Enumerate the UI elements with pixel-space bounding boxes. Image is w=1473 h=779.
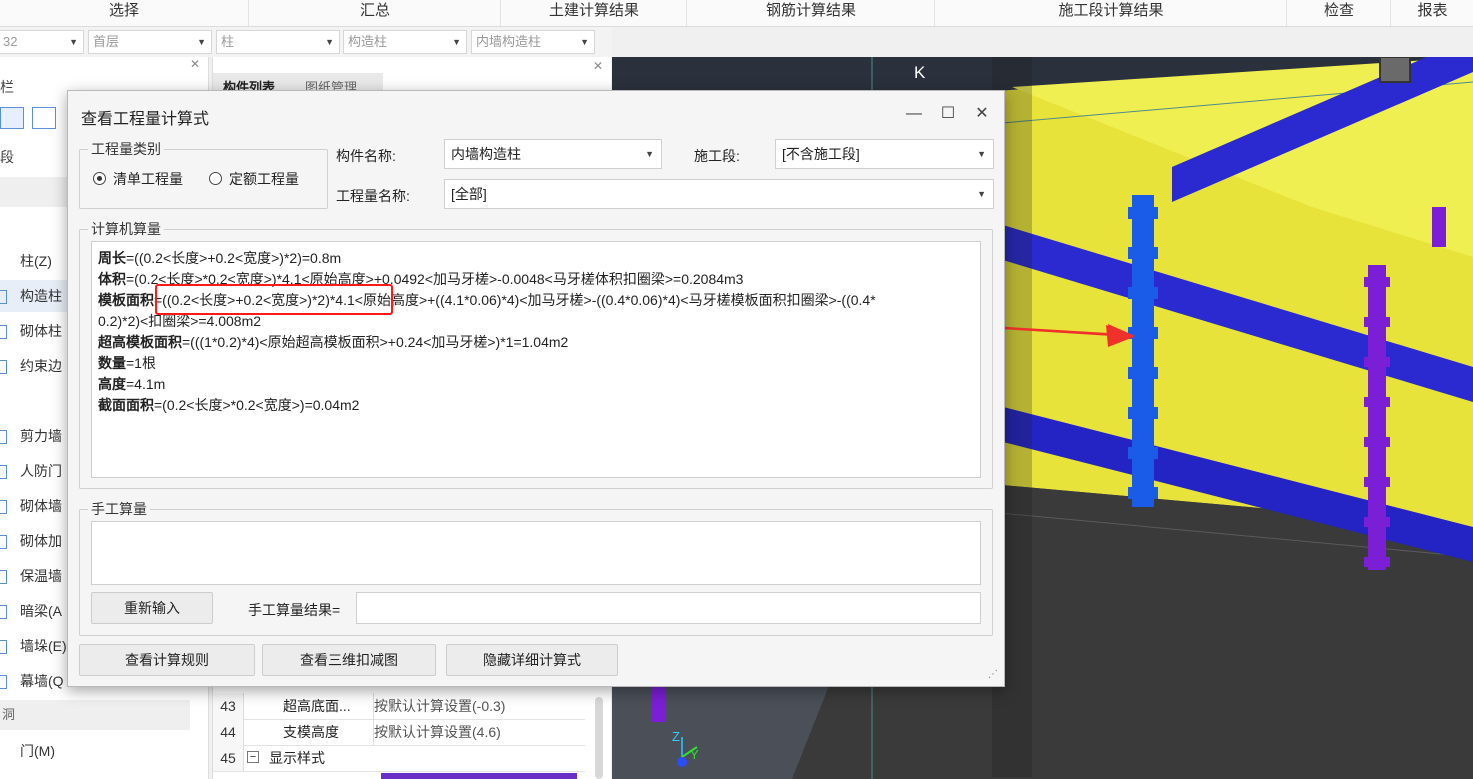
manual-result-label: 手工算量结果= <box>248 602 341 618</box>
chevron-down-icon: ▼ <box>325 37 334 47</box>
radio-unchecked-icon <box>209 172 222 185</box>
formula-textbox[interactable]: 周长=((0.2<长度>+0.2<宽度>)*2)=0.8m 体积=(0.2<长度… <box>91 241 981 478</box>
formula-line: 高度=4.1m <box>98 376 166 392</box>
chevron-down-icon: ▼ <box>977 149 986 159</box>
property-row-partial <box>213 771 585 779</box>
tab-check[interactable]: 检查 <box>1286 0 1391 26</box>
radio-checked-icon <box>93 172 106 185</box>
property-row[interactable]: 44 支模高度 按默认计算设置(4.6) <box>213 719 585 746</box>
tab-rebar-results[interactable]: 钢筋计算结果 <box>686 0 935 26</box>
radio-quota-qty[interactable]: 定额工程量 <box>209 169 319 189</box>
tab-stage-results[interactable]: 施工段计算结果 <box>934 0 1287 26</box>
group-label: 显示样式 <box>269 750 325 766</box>
formula-dialog: 查看工程量计算式 — ☐ ✕ 工程量类别 清单工程量 定额工程量 构件名称: 内… <box>67 90 1005 687</box>
chevron-down-icon: ▼ <box>977 189 986 199</box>
column-blue <box>1132 195 1154 507</box>
hide-detail-formula-button[interactable]: 隐藏详细计算式 <box>446 644 618 676</box>
tab-civil-results[interactable]: 土建计算结果 <box>500 0 687 26</box>
close-icon[interactable]: ✕ <box>190 57 200 71</box>
grid-axis-label: K <box>914 63 926 82</box>
beam-icon <box>0 605 7 619</box>
column-icon <box>0 290 7 304</box>
formula-line: 超高模板面积=(((1*0.2)*4)<原始超高模板面积>+0.24<加马牙槎>… <box>98 334 569 350</box>
tab-select[interactable]: 选择 <box>0 0 248 26</box>
column-icon <box>0 325 7 339</box>
highlight-box <box>155 284 393 315</box>
formula-line: 周长=((0.2<长度>+0.2<宽度>)*2)=0.8m <box>98 250 342 266</box>
wall-icon <box>0 640 7 654</box>
panel-header: 栏 <box>0 79 14 95</box>
filter-bar: 32 ▼ 首层 ▼ 柱 ▼ 构造柱 ▼ 内墙构造柱 ▼ <box>0 27 612 57</box>
resize-grip-icon[interactable]: ⋰ <box>988 669 998 680</box>
reenter-button[interactable]: 重新输入 <box>91 592 213 624</box>
property-row[interactable]: 43 超高底面... 按默认计算设置(-0.3) <box>213 693 585 720</box>
tab-summary[interactable]: 汇总 <box>248 0 501 26</box>
close-button[interactable]: ✕ <box>968 101 996 129</box>
dialog-title: 查看工程量计算式 <box>81 111 210 128</box>
chevron-down-icon: ▼ <box>580 37 589 47</box>
collapse-icon[interactable]: − <box>247 751 259 763</box>
qty-name-label: 工程量名称: <box>336 188 410 204</box>
wall-icon <box>0 570 7 584</box>
column-icon <box>0 360 7 374</box>
chevron-down-icon: ▼ <box>452 37 461 47</box>
stage-select[interactable]: [不含施工段] ▼ <box>775 139 994 169</box>
group-openings[interactable]: 洞 <box>0 700 190 730</box>
chevron-down-icon: ▼ <box>197 37 206 47</box>
category-select[interactable]: 柱 ▼ <box>216 30 340 54</box>
list-view-icon[interactable] <box>0 107 24 129</box>
type-select[interactable]: 构造柱 ▼ <box>343 30 467 54</box>
detail-view-icon[interactable] <box>32 107 56 129</box>
formula-line: 截面面积=(0.2<长度>*0.2<宽度>)=0.04m2 <box>98 397 360 413</box>
component-name-select[interactable]: 内墙构造柱 ▼ <box>444 139 662 169</box>
scrollbar[interactable] <box>595 697 603 779</box>
axis-y-label: Y <box>690 747 699 762</box>
chevron-down-icon: ▼ <box>69 37 78 47</box>
view-3d-deduction-button[interactable]: 查看三维扣减图 <box>262 644 436 676</box>
component-name-label: 构件名称: <box>336 148 396 164</box>
wall-icon <box>0 500 7 514</box>
wall-icon <box>0 675 7 689</box>
formula-line: 数量=1根 <box>98 355 156 371</box>
axis-z-label: Z <box>672 729 680 744</box>
manual-calc-legend: 手工算量 <box>91 501 147 517</box>
stage-label: 施工段: <box>694 148 740 164</box>
computer-calc-legend: 计算机算量 <box>91 221 161 237</box>
radio-list-qty[interactable]: 清单工程量 <box>93 169 203 189</box>
qty-type-legend: 工程量类别 <box>91 141 161 157</box>
floor-number-select[interactable]: 32 ▼ <box>0 30 84 54</box>
wall-icon <box>0 465 7 479</box>
wall-icon <box>0 535 7 549</box>
tab-report[interactable]: 报表 <box>1390 0 1473 26</box>
close-icon[interactable]: ✕ <box>593 59 603 73</box>
section-label: 段 <box>0 149 14 165</box>
component-select[interactable]: 内墙构造柱 ▼ <box>471 30 595 54</box>
color-swatch <box>381 773 577 779</box>
minimize-button[interactable]: — <box>900 101 928 129</box>
qty-name-select[interactable]: [全部] ▼ <box>444 179 994 209</box>
chevron-down-icon: ▼ <box>645 149 654 159</box>
ribbon-tabs: 选择 汇总 土建计算结果 钢筋计算结果 施工段计算结果 检查 报表 <box>0 0 1473 27</box>
wall-icon <box>0 430 7 444</box>
manual-input-textbox[interactable] <box>91 521 981 585</box>
manual-result-field[interactable] <box>356 592 981 624</box>
property-row[interactable]: 45 − 显示样式 <box>213 745 585 772</box>
floor-select[interactable]: 首层 ▼ <box>88 30 212 54</box>
view-rules-button[interactable]: 查看计算规则 <box>79 644 255 676</box>
maximize-button[interactable]: ☐ <box>934 101 962 129</box>
nav-item-door[interactable]: 门(M) <box>0 735 190 767</box>
